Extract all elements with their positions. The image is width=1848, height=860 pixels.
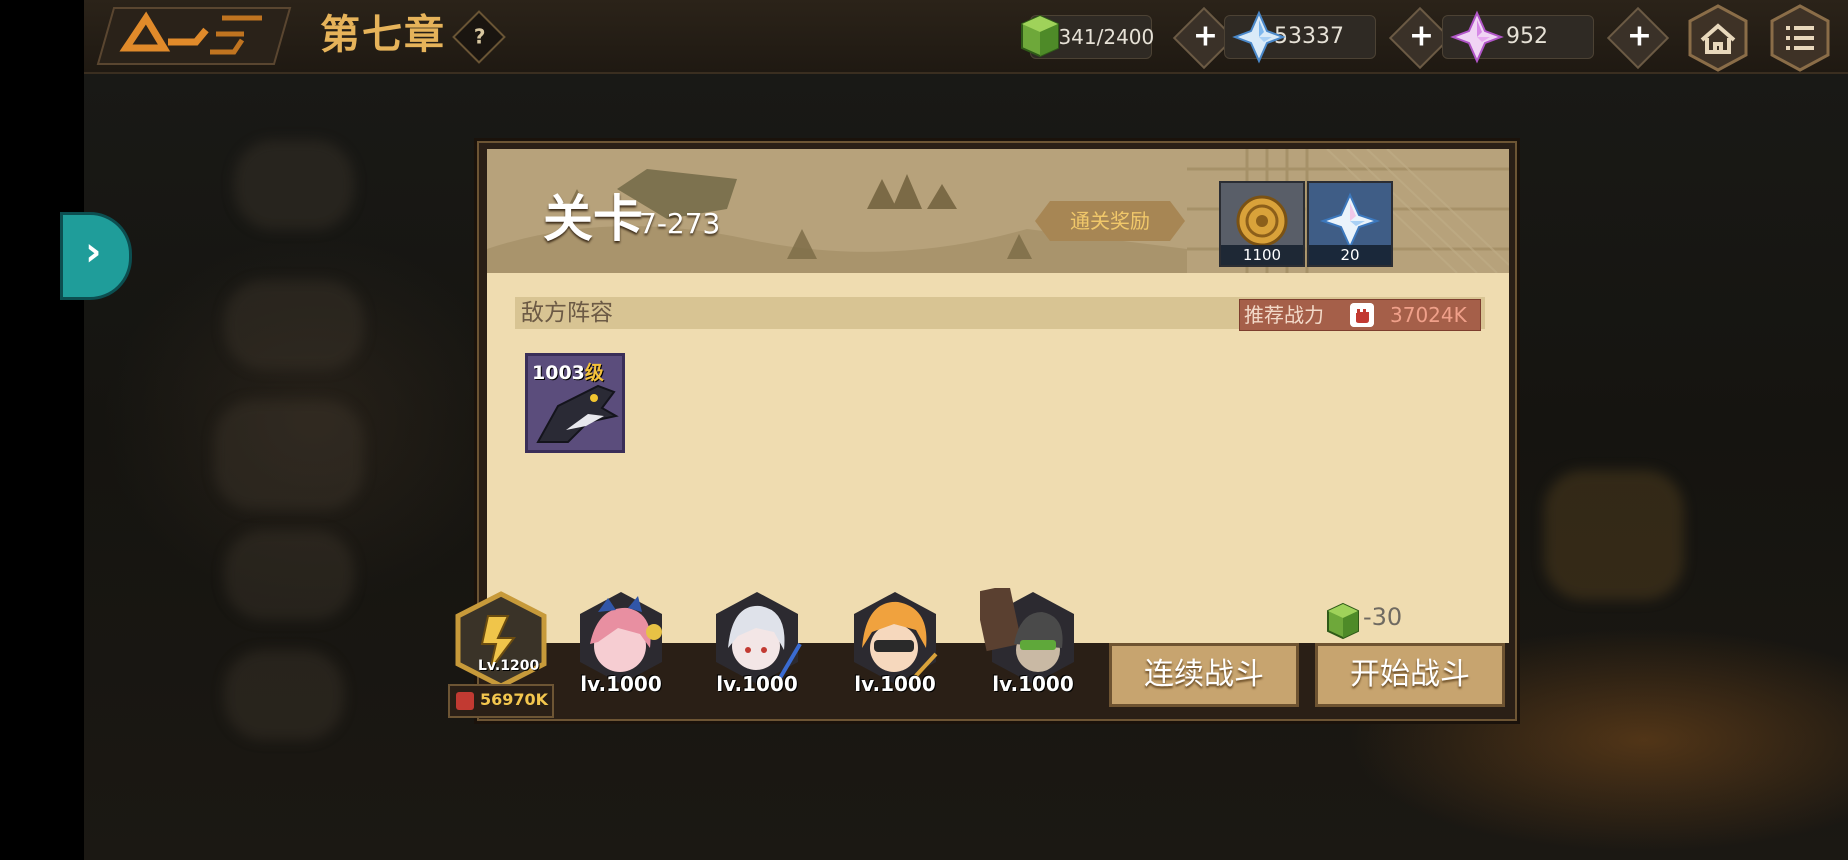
enemy-lineup-title: 敌方阵容 xyxy=(521,300,613,326)
enemy-header: 敌方阵容 推荐战力 37024K xyxy=(515,297,1485,331)
continue-battle-button[interactable]: 连续战斗 xyxy=(1109,643,1299,707)
hero-level: lv.1000 xyxy=(716,672,798,696)
purple-crystal-icon xyxy=(1450,10,1504,64)
chapter-title: 第七章 xyxy=(320,12,446,58)
background-blur xyxy=(214,400,364,510)
team-power-value: 56970K xyxy=(480,690,549,709)
add-purple-crystal-button[interactable]: + xyxy=(1606,6,1670,70)
hero-level: lv.1000 xyxy=(854,672,936,696)
question-icon: ? xyxy=(473,24,486,49)
reward-item-gold[interactable]: 1100 xyxy=(1219,181,1305,267)
background-blur xyxy=(234,140,354,230)
reward-quantity: 20 xyxy=(1309,245,1391,265)
captain-portrait xyxy=(455,591,547,689)
enemy-level-number: 1003 xyxy=(532,362,585,384)
home-button[interactable] xyxy=(1684,4,1752,72)
captain-level: Lv.1200 xyxy=(478,658,540,674)
start-battle-button[interactable]: 开始战斗 xyxy=(1315,643,1505,707)
chevron-right-icon: › xyxy=(85,229,102,275)
recommended-power: 推荐战力 37024K xyxy=(1239,299,1481,331)
background-blur xyxy=(224,650,344,740)
top-bar: 第七章 ? 3341/2400 + 53337 + 952 + xyxy=(84,0,1848,74)
recommended-power-value: 37024K xyxy=(1390,303,1467,327)
enemy-level-suffix: 级 xyxy=(584,362,604,384)
background-blur xyxy=(1544,470,1684,600)
help-button[interactable]: ? xyxy=(452,10,506,64)
hero-slot[interactable]: lv.1000 xyxy=(842,588,948,696)
hero-slot[interactable]: lv.1000 xyxy=(974,584,1086,696)
fist-icon xyxy=(1350,303,1374,327)
game-logo xyxy=(96,7,292,65)
stamina-cube-icon xyxy=(1021,14,1059,58)
plus-icon: + xyxy=(1626,18,1652,54)
hero-slot[interactable]: lv.1000 xyxy=(568,588,674,696)
power-icon xyxy=(456,692,474,710)
captain-hero[interactable]: Lv.1200 xyxy=(448,588,554,692)
menu-button[interactable] xyxy=(1766,4,1834,72)
stage-number: 7-273 xyxy=(639,207,721,240)
reward-quantity: 1100 xyxy=(1221,245,1303,265)
background-blur xyxy=(224,280,364,370)
reward-item-crystal[interactable]: 20 xyxy=(1307,181,1393,267)
team-power: 56970K xyxy=(448,684,554,718)
stamina-cube-icon xyxy=(1327,602,1359,640)
background-blur xyxy=(224,530,354,620)
plus-icon: + xyxy=(1408,18,1434,54)
clear-reward-label: 通关奖励 xyxy=(1035,201,1185,241)
stamina-cost: -30 xyxy=(1363,603,1403,631)
plus-icon: + xyxy=(1192,18,1218,54)
enemy-unit[interactable]: 1003级 xyxy=(525,353,625,453)
stage-header: 关卡 7-273 通关奖励 1100 20 xyxy=(487,149,1509,273)
enemy-level: 1003级 xyxy=(532,358,604,385)
hero-slot[interactable]: lv.1000 xyxy=(704,588,810,696)
blue-crystal-icon xyxy=(1232,10,1286,64)
stage-label: 关卡 xyxy=(543,190,643,248)
hero-level: lv.1000 xyxy=(580,672,662,696)
recommended-power-label: 推荐战力 xyxy=(1244,303,1324,327)
hero-level: lv.1000 xyxy=(992,672,1074,696)
